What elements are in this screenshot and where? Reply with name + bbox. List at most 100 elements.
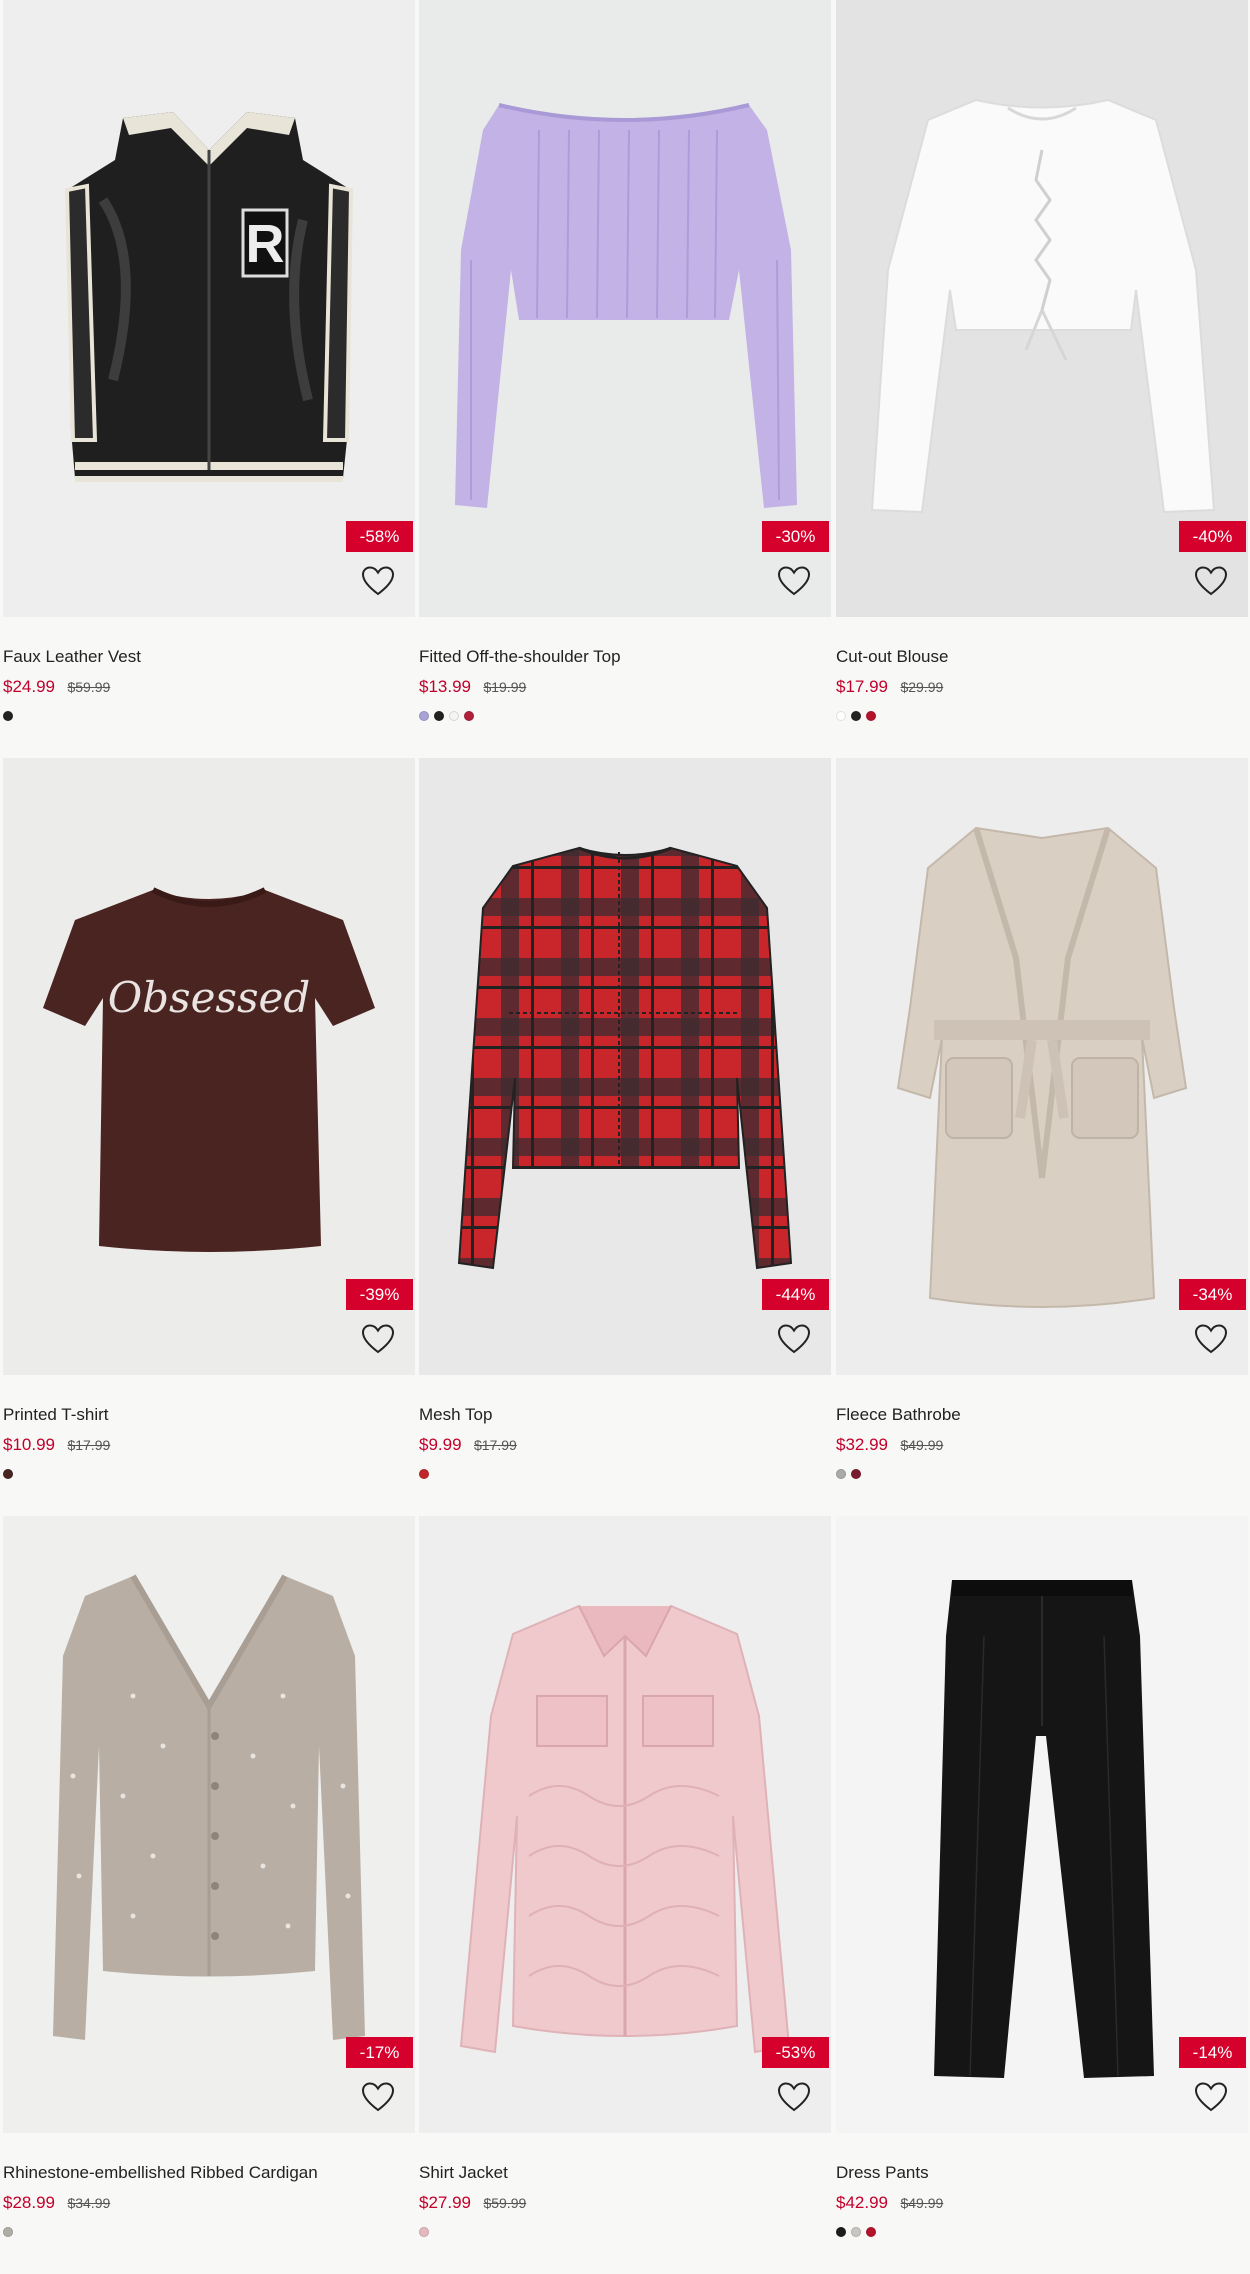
price-row: $32.99 $49.99 [836, 1435, 1248, 1455]
sale-price: $17.99 [836, 677, 888, 696]
heart-icon[interactable] [361, 2081, 395, 2113]
original-price: $29.99 [900, 679, 944, 695]
sale-price: $13.99 [419, 677, 471, 696]
color-swatches [3, 711, 415, 723]
color-swatch[interactable] [3, 1469, 13, 1479]
sale-price: $32.99 [836, 1435, 888, 1454]
color-swatch[interactable] [419, 711, 429, 721]
original-price: $19.99 [483, 679, 527, 695]
color-swatch[interactable] [851, 1469, 861, 1479]
product-image[interactable]: R -58% [3, 0, 415, 617]
product-name[interactable]: Rhinestone-embellished Ribbed Cardigan [3, 2163, 415, 2183]
product-grid: R -58% Faux Leather Vest $24.99 $59.99 -… [0, 0, 1250, 2274]
sale-price: $9.99 [419, 1435, 462, 1454]
color-swatch[interactable] [836, 1469, 846, 1479]
product-name[interactable]: Fleece Bathrobe [836, 1405, 1248, 1425]
sale-price: $24.99 [3, 677, 55, 696]
product-name[interactable]: Faux Leather Vest [3, 647, 415, 667]
color-swatch[interactable] [464, 711, 474, 721]
discount-badge: -40% [1179, 521, 1246, 552]
color-swatches [419, 1469, 831, 1481]
svg-text:R: R [246, 214, 285, 274]
original-price: $49.99 [900, 2195, 944, 2211]
discount-badge: -17% [346, 2037, 413, 2068]
original-price: $49.99 [900, 1437, 944, 1453]
product-image[interactable]: -40% [836, 0, 1248, 617]
original-price: $17.99 [67, 1437, 111, 1453]
price-row: $9.99 $17.99 [419, 1435, 831, 1455]
product-image[interactable]: -30% [419, 0, 831, 617]
heart-icon[interactable] [777, 565, 811, 597]
product-card[interactable]: -17% Rhinestone-embellished Ribbed Cardi… [3, 1516, 415, 2239]
color-swatches [836, 1469, 1248, 1481]
sale-price: $27.99 [419, 2193, 471, 2212]
product-card[interactable]: R -58% Faux Leather Vest $24.99 $59.99 [3, 0, 415, 723]
product-name[interactable]: Dress Pants [836, 2163, 1248, 2183]
price-row: $42.99 $49.99 [836, 2193, 1248, 2213]
product-image[interactable]: -17% [3, 1516, 415, 2133]
product-image[interactable]: Obsessed -39% [3, 758, 415, 1375]
color-swatches [3, 2227, 415, 2239]
discount-badge: -30% [762, 521, 829, 552]
product-name[interactable]: Cut-out Blouse [836, 647, 1248, 667]
heart-icon[interactable] [1194, 1323, 1228, 1355]
discount-badge: -39% [346, 1279, 413, 1310]
sale-price: $10.99 [3, 1435, 55, 1454]
color-swatch[interactable] [419, 1469, 429, 1479]
product-name[interactable]: Shirt Jacket [419, 2163, 831, 2183]
svg-text:Obsessed: Obsessed [108, 973, 311, 1022]
product-card[interactable]: -40% Cut-out Blouse $17.99 $29.99 [836, 0, 1248, 723]
heart-icon[interactable] [777, 1323, 811, 1355]
discount-badge: -53% [762, 2037, 829, 2068]
product-name[interactable]: Mesh Top [419, 1405, 831, 1425]
color-swatch[interactable] [866, 711, 876, 721]
color-swatches [419, 2227, 831, 2239]
price-row: $10.99 $17.99 [3, 1435, 415, 1455]
color-swatches [3, 1469, 415, 1481]
product-card[interactable]: -30% Fitted Off-the-shoulder Top $13.99 … [419, 0, 831, 723]
discount-badge: -58% [346, 521, 413, 552]
product-image[interactable]: -44% [419, 758, 831, 1375]
original-price: $34.99 [67, 2195, 111, 2211]
heart-icon[interactable] [361, 1323, 395, 1355]
discount-badge: -44% [762, 1279, 829, 1310]
heart-icon[interactable] [777, 2081, 811, 2113]
product-image[interactable]: -34% [836, 758, 1248, 1375]
original-price: $17.99 [474, 1437, 517, 1453]
price-row: $28.99 $34.99 [3, 2193, 415, 2213]
product-card[interactable]: -53% Shirt Jacket $27.99 $59.99 [419, 1516, 831, 2239]
sale-price: $42.99 [836, 2193, 888, 2212]
product-card[interactable]: -34% Fleece Bathrobe $32.99 $49.99 [836, 758, 1248, 1481]
color-swatches [419, 711, 831, 723]
color-swatches [836, 2227, 1248, 2239]
color-swatch[interactable] [419, 2227, 429, 2237]
price-row: $24.99 $59.99 [3, 677, 415, 697]
color-swatch[interactable] [851, 2227, 861, 2237]
color-swatch[interactable] [434, 711, 444, 721]
product-card[interactable]: -44% Mesh Top $9.99 $17.99 [419, 758, 831, 1481]
color-swatch[interactable] [3, 2227, 13, 2237]
color-swatches [836, 711, 1248, 723]
discount-badge: -14% [1179, 2037, 1246, 2068]
original-price: $59.99 [67, 679, 111, 695]
heart-icon[interactable] [1194, 565, 1228, 597]
color-swatch[interactable] [851, 711, 861, 721]
sale-price: $28.99 [3, 2193, 55, 2212]
product-name[interactable]: Printed T-shirt [3, 1405, 415, 1425]
color-swatch[interactable] [3, 711, 13, 721]
product-image[interactable]: -53% [419, 1516, 831, 2133]
price-row: $13.99 $19.99 [419, 677, 831, 697]
product-card[interactable]: Obsessed -39% Printed T-shirt $10.99 $17… [3, 758, 415, 1481]
product-name[interactable]: Fitted Off-the-shoulder Top [419, 647, 831, 667]
price-row: $17.99 $29.99 [836, 677, 1248, 697]
heart-icon[interactable] [361, 565, 395, 597]
price-row: $27.99 $59.99 [419, 2193, 831, 2213]
color-swatch[interactable] [449, 711, 459, 721]
color-swatch[interactable] [866, 2227, 876, 2237]
color-swatch[interactable] [836, 2227, 846, 2237]
product-image[interactable]: -14% [836, 1516, 1248, 2133]
color-swatch[interactable] [836, 711, 846, 721]
product-card[interactable]: -14% Dress Pants $42.99 $49.99 [836, 1516, 1248, 2239]
heart-icon[interactable] [1194, 2081, 1228, 2113]
original-price: $59.99 [483, 2195, 527, 2211]
